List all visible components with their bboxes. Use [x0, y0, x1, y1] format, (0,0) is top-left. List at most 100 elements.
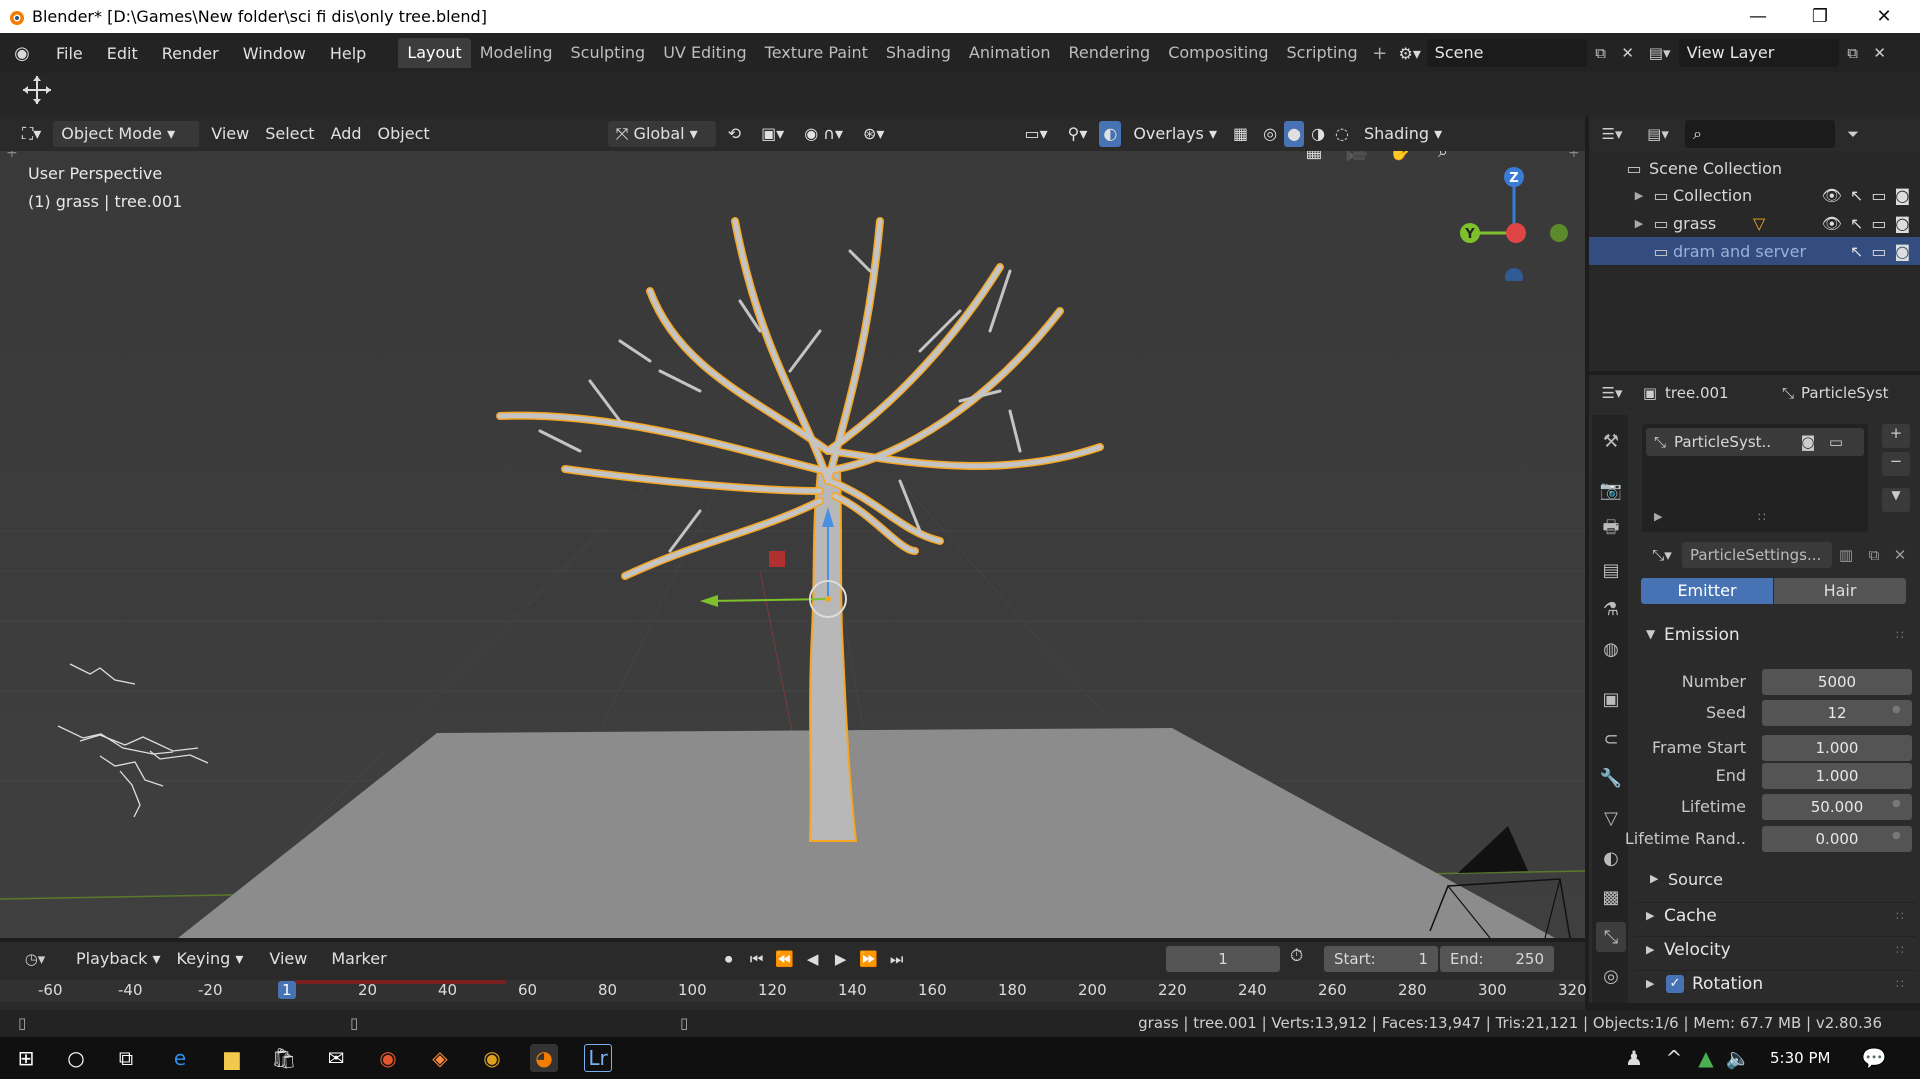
record-icon[interactable]: ⏺	[715, 950, 743, 968]
select-arrow-icon[interactable]: ↖	[1850, 214, 1863, 233]
delete-view-layer-icon[interactable]: ✕	[1867, 44, 1893, 62]
cortana-icon[interactable]: ○	[62, 1044, 90, 1072]
edge-icon[interactable]: e	[166, 1044, 194, 1072]
wireframe-shading-icon[interactable]: ◎	[1260, 121, 1280, 147]
blender-taskbar-icon[interactable]: ◕	[530, 1044, 558, 1072]
menu-view[interactable]: View	[203, 121, 257, 147]
view-layer-icon[interactable]: ▤▾	[1641, 44, 1679, 62]
sidebar-toggle-icon[interactable]: +	[1568, 151, 1580, 161]
snap-icon[interactable]: ▣▾	[753, 121, 792, 147]
delete-scene-icon[interactable]: ✕	[1615, 44, 1641, 62]
drag-handle-icon[interactable]: ∷	[1896, 909, 1904, 923]
scene-field[interactable]: Scene	[1426, 39, 1587, 67]
people-icon[interactable]: ♟	[1620, 1044, 1648, 1072]
lifetime-field[interactable]: 50.000	[1762, 794, 1912, 820]
menu-edit[interactable]: Edit	[95, 44, 150, 63]
specials-menu-icon[interactable]: ▼	[1882, 488, 1910, 512]
velocity-panel-header[interactable]: ▶ Velocity ∷	[1634, 936, 1916, 964]
play-reverse-icon[interactable]: ◀	[799, 950, 827, 968]
tab-tool-icon[interactable]: ⚒	[1596, 426, 1626, 456]
list-resize-handle-icon[interactable]: ∷	[1758, 510, 1766, 524]
rotation-panel-header[interactable]: ▶ ✓ Rotation ∷	[1634, 970, 1916, 998]
expand-arrow-icon[interactable]: ▶	[1629, 217, 1649, 230]
play-icon[interactable]: ▶	[827, 950, 855, 968]
view-layer-field[interactable]: View Layer	[1678, 39, 1839, 67]
timeline-editor-type-icon[interactable]: ◷▾	[10, 950, 60, 968]
tab-modeling[interactable]: Modeling	[471, 38, 562, 68]
viewport-toggle-icon[interactable]: ▭	[1822, 433, 1850, 451]
emission-panel-header[interactable]: ▼ Emission ∷	[1634, 624, 1916, 652]
menu-add[interactable]: Add	[323, 121, 370, 147]
tab-particles-icon[interactable]: ⤡	[1596, 922, 1626, 952]
jump-start-icon[interactable]: ⏮	[743, 950, 771, 968]
gizmo-icon[interactable]: ⚲▾	[1060, 121, 1096, 147]
camera-icon[interactable]: ◙	[1894, 186, 1910, 205]
snapping-icon[interactable]: ⊛▾	[855, 121, 892, 147]
filter-icon[interactable]: ⏷	[1835, 125, 1871, 143]
start-frame-field[interactable]: Start: 1	[1324, 946, 1438, 972]
eye-icon[interactable]: 👁	[1822, 186, 1842, 205]
particle-system-row[interactable]: ⤡ ParticleSyst.. ◙ ▭	[1646, 428, 1864, 456]
tab-layout[interactable]: Layout	[398, 38, 471, 68]
new-view-layer-icon[interactable]: ⧉	[1839, 44, 1867, 62]
scene-icon[interactable]: ⚙▾	[1393, 44, 1427, 63]
transform-orientation-dropdown[interactable]: ⤧ Global ▾	[607, 121, 716, 147]
menu-help[interactable]: Help	[318, 44, 378, 63]
remove-particle-system-icon[interactable]: −	[1882, 452, 1910, 476]
outliner-editor-type-icon[interactable]: ☰▾	[1589, 125, 1635, 143]
xray-icon[interactable]: ▦	[1225, 121, 1256, 147]
tab-view-layer-icon[interactable]: ▤	[1596, 555, 1626, 585]
eye-icon[interactable]: 👁	[1822, 214, 1842, 233]
volume-icon[interactable]: 🔈	[1724, 1044, 1752, 1072]
notifications-icon[interactable]: 💬	[1860, 1044, 1888, 1072]
monitor-icon[interactable]: ▭	[1871, 186, 1886, 205]
keying-dropdown[interactable]: Keying ▾	[169, 946, 252, 972]
tab-sculpting[interactable]: Sculpting	[561, 38, 654, 68]
unlink-icon[interactable]: ✕	[1888, 546, 1912, 564]
render-toggle-icon[interactable]: ◙	[1794, 433, 1822, 451]
jump-keyframe-back-icon[interactable]: ⏪	[771, 950, 799, 968]
lightroom-icon[interactable]: Lr	[584, 1044, 612, 1072]
start-icon[interactable]: ⊞	[12, 1044, 40, 1072]
proportional-edit-icon[interactable]: ◉ ∩▾	[796, 121, 851, 147]
select-arrow-icon[interactable]: ↖	[1850, 186, 1863, 205]
object-mode-dropdown[interactable]: Object Mode ▾	[53, 121, 200, 147]
file-explorer-icon[interactable]: ▆	[218, 1044, 246, 1072]
chrome-2-icon[interactable]: ◉	[478, 1044, 506, 1072]
add-particle-system-icon[interactable]: +	[1882, 424, 1910, 448]
stopwatch-icon[interactable]: ⏱	[1290, 946, 1320, 972]
menu-window[interactable]: Window	[231, 44, 318, 63]
drag-handle-icon[interactable]: ∷	[1896, 977, 1904, 991]
rotation-checkbox[interactable]: ✓	[1666, 975, 1684, 993]
monitor-icon[interactable]: ▭	[1871, 214, 1886, 233]
tab-scripting[interactable]: Scripting	[1278, 38, 1367, 68]
menu-select[interactable]: Select	[257, 121, 322, 147]
number-field[interactable]: 5000	[1762, 669, 1912, 695]
playback-dropdown[interactable]: Playback ▾	[68, 946, 169, 972]
tab-rendering[interactable]: Rendering	[1060, 38, 1160, 68]
solid-shading-icon[interactable]: ●	[1284, 121, 1305, 147]
tab-texture-icon[interactable]: ▩	[1596, 882, 1626, 912]
outliner-search-input[interactable]: ⌕	[1685, 120, 1835, 148]
x-handle[interactable]	[769, 551, 785, 567]
mail-icon[interactable]: ✉	[322, 1044, 350, 1072]
3d-viewport[interactable]: User Perspective (1) grass | tree.001 + …	[0, 151, 1585, 938]
tab-render-icon[interactable]: 📷	[1596, 475, 1626, 505]
tab-shading[interactable]: Shading	[877, 38, 960, 68]
tab-compositing[interactable]: Compositing	[1159, 38, 1277, 68]
particle-settings-field[interactable]: ParticleSettings...	[1682, 542, 1832, 568]
task-view-icon[interactable]: ⧉	[112, 1044, 140, 1072]
drive-icon[interactable]: ▲	[1692, 1044, 1720, 1072]
menu-object[interactable]: Object	[370, 121, 438, 147]
duplicate-icon[interactable]: ⧉	[1860, 546, 1888, 564]
cache-panel-header[interactable]: ▶ Cache ∷	[1634, 902, 1916, 930]
rendered-shading-icon[interactable]: ◌	[1332, 121, 1352, 147]
drag-handle-icon[interactable]: ∷	[1896, 628, 1904, 642]
frame-start-field[interactable]: 1.000	[1762, 735, 1912, 761]
blender-menu-icon[interactable]: ◉	[0, 43, 44, 64]
restore-button[interactable]: ❐	[1790, 0, 1850, 33]
tab-texture-paint[interactable]: Texture Paint	[756, 38, 877, 68]
display-mode-icon[interactable]: ▤▾	[1635, 125, 1681, 143]
timeline-view-menu[interactable]: View	[261, 946, 315, 972]
tray-chevron-icon[interactable]: ^	[1660, 1044, 1688, 1072]
